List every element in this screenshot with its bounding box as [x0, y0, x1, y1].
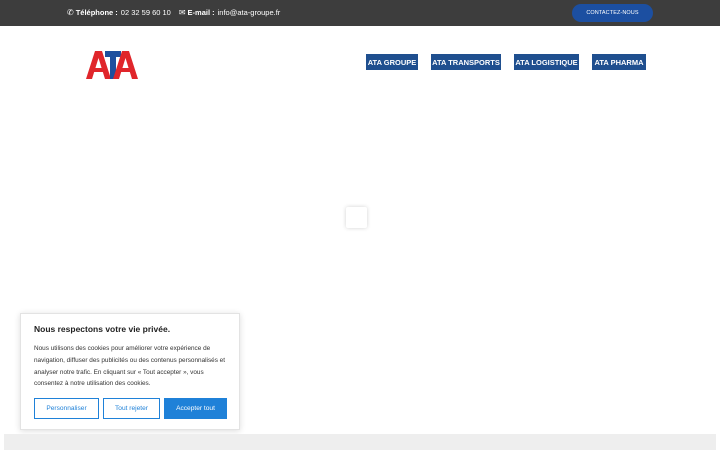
- page-bottom-strip: [4, 434, 716, 450]
- ata-logo-mark: [86, 51, 138, 79]
- reject-all-button[interactable]: Tout rejeter: [103, 398, 160, 419]
- nav-ata-groupe[interactable]: ATA GROUPE: [366, 54, 418, 70]
- phone-icon: ✆: [67, 8, 74, 17]
- contact-us-button[interactable]: CONTACTEZ-NOUS: [572, 4, 653, 22]
- nav-ata-pharma[interactable]: ATA PHARMA: [592, 54, 646, 70]
- contact-info: ✆ Téléphone : 02 32 59 60 10 ✉ E-mail : …: [67, 8, 280, 17]
- cookie-text: Nous utilisons des cookies pour améliore…: [34, 345, 226, 388]
- nav-ata-logistique[interactable]: ATA LOGISTIQUE: [514, 54, 579, 70]
- customize-button[interactable]: Personnaliser: [34, 398, 99, 419]
- accept-all-button[interactable]: Accepter tout: [164, 398, 227, 419]
- ata-logo[interactable]: [86, 51, 138, 79]
- cookie-title: Nous respectons votre vie privée.: [34, 324, 171, 334]
- envelope-icon: ✉: [178, 8, 186, 17]
- loading-spinner: [346, 207, 367, 228]
- nav-ata-transports[interactable]: ATA TRANSPORTS: [431, 54, 501, 70]
- cookie-consent-banner: Nous respectons votre vie privée. Nous u…: [20, 313, 240, 430]
- email-label: E-mail :: [187, 8, 215, 17]
- phone-number[interactable]: 02 32 59 60 10: [121, 8, 171, 17]
- top-bar: ✆ Téléphone : 02 32 59 60 10 ✉ E-mail : …: [0, 0, 720, 26]
- phone-label: Téléphone :: [75, 8, 118, 17]
- email-address[interactable]: info@ata-groupe.fr: [218, 8, 281, 17]
